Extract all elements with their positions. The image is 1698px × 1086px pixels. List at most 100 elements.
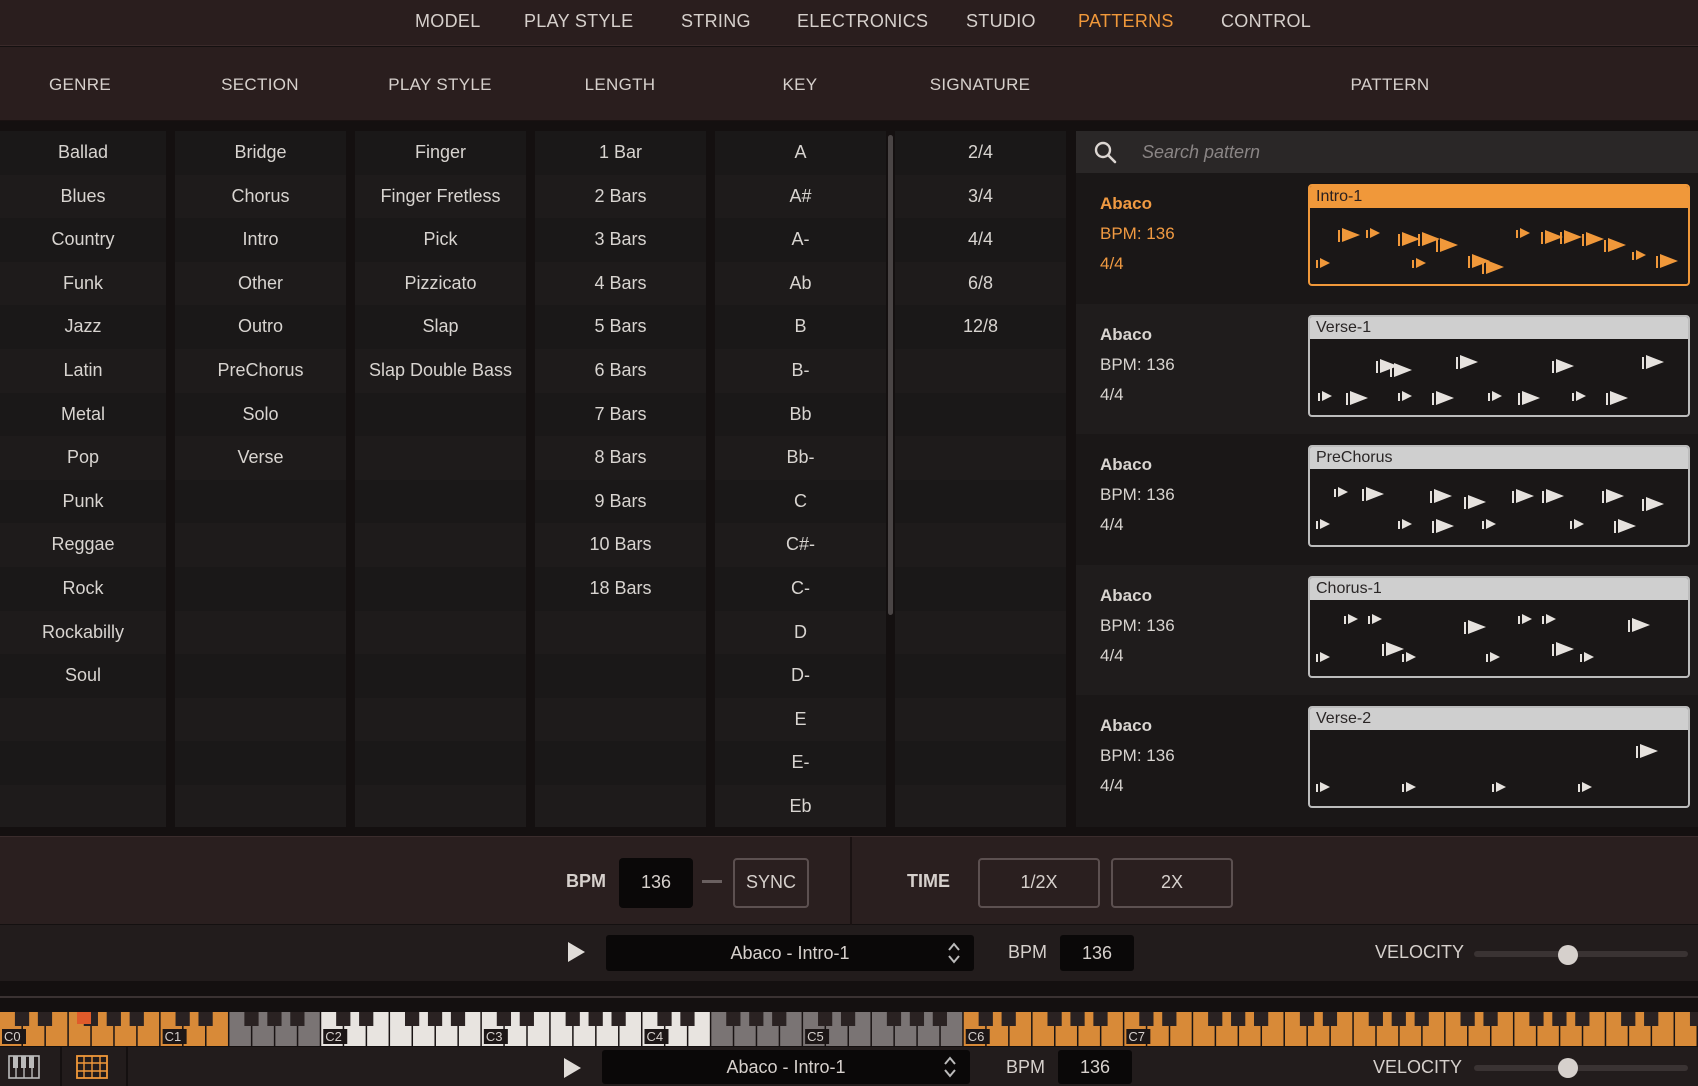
black-key[interactable]: [175, 1012, 190, 1026]
pattern-item[interactable]: Abaco BPM: 136 4/4 Intro-1: [1076, 173, 1698, 303]
black-key[interactable]: [359, 1012, 374, 1026]
list-item[interactable]: Bb: [715, 393, 886, 437]
list-item[interactable]: 6/8: [895, 262, 1066, 306]
list-item[interactable]: Reggae: [0, 523, 166, 567]
black-key[interactable]: [1552, 1012, 1567, 1026]
header-length[interactable]: LENGTH: [535, 75, 705, 95]
play-icon[interactable]: [562, 1057, 582, 1079]
bottom-bpm-value[interactable]: 136: [1058, 1050, 1132, 1084]
list-item[interactable]: Punk: [0, 480, 166, 524]
piano-icon[interactable]: [8, 1055, 40, 1079]
list-item[interactable]: B: [715, 305, 886, 349]
pattern-item[interactable]: Abaco BPM: 136 4/4 Verse-1: [1076, 303, 1698, 434]
tab-studio[interactable]: STUDIO: [966, 11, 1036, 32]
black-key[interactable]: [1139, 1012, 1154, 1026]
black-key[interactable]: [1001, 1012, 1016, 1026]
black-key[interactable]: [1253, 1012, 1269, 1026]
piano-keyboard[interactable]: C0 C1 C2 C3 C4 C5 C6 C7: [0, 1012, 1698, 1046]
black-key[interactable]: [1208, 1012, 1223, 1026]
list-item[interactable]: Intro: [175, 218, 346, 262]
list-item[interactable]: 5 Bars: [535, 305, 706, 349]
black-key[interactable]: [909, 1012, 925, 1026]
black-key[interactable]: [519, 1012, 534, 1026]
black-key[interactable]: [1299, 1012, 1315, 1026]
black-key[interactable]: [680, 1012, 695, 1026]
transport-bpm-value[interactable]: 136: [1060, 935, 1134, 971]
black-key[interactable]: [932, 1012, 947, 1026]
list-item[interactable]: Verse: [175, 436, 346, 480]
piano-keys[interactable]: C0 C1 C2 C3 C4 C5 C6 C7: [0, 1012, 1698, 1046]
black-key[interactable]: [450, 1012, 466, 1026]
list-item[interactable]: C-: [715, 567, 886, 611]
list-item[interactable]: 18 Bars: [535, 567, 706, 611]
black-key[interactable]: [1689, 1012, 1698, 1026]
list-item[interactable]: Chorus: [175, 175, 346, 219]
black-key[interactable]: [244, 1012, 259, 1026]
header-signature[interactable]: SIGNATURE: [895, 75, 1065, 95]
list-item[interactable]: Ab: [715, 262, 886, 306]
list-item[interactable]: 10 Bars: [535, 523, 706, 567]
list-item[interactable]: Bridge: [175, 131, 346, 175]
updown-arrows-icon[interactable]: [946, 940, 962, 966]
black-key[interactable]: [1644, 1012, 1659, 1026]
list-item[interactable]: 2/4: [895, 131, 1066, 175]
black-key[interactable]: [588, 1012, 603, 1026]
black-key[interactable]: [427, 1012, 443, 1026]
list-item[interactable]: Soul: [0, 654, 166, 698]
black-key[interactable]: [496, 1012, 512, 1026]
list-item[interactable]: 3/4: [895, 175, 1066, 219]
black-key[interactable]: [749, 1012, 764, 1026]
black-key[interactable]: [336, 1012, 351, 1026]
list-item[interactable]: Ballad: [0, 131, 166, 175]
black-key[interactable]: [1621, 1012, 1636, 1026]
list-item[interactable]: 6 Bars: [535, 349, 706, 393]
list-item[interactable]: 9 Bars: [535, 480, 706, 524]
black-key[interactable]: [1070, 1012, 1085, 1026]
velocity-knob[interactable]: [1558, 945, 1579, 965]
tab-patterns[interactable]: PATTERNS: [1078, 11, 1174, 32]
key-scrollbar[interactable]: [888, 135, 893, 615]
black-key[interactable]: [818, 1012, 833, 1026]
list-item[interactable]: Other: [175, 262, 346, 306]
black-key[interactable]: [886, 1012, 902, 1026]
black-key[interactable]: [657, 1012, 672, 1026]
black-key[interactable]: [404, 1012, 420, 1026]
black-key[interactable]: [1460, 1012, 1475, 1026]
list-item[interactable]: C#-: [715, 523, 886, 567]
black-key[interactable]: [1483, 1012, 1498, 1026]
black-key[interactable]: [14, 1012, 30, 1026]
pattern-preview-card[interactable]: PreChorus: [1308, 445, 1690, 547]
play-icon[interactable]: [566, 941, 586, 963]
black-key[interactable]: [1529, 1012, 1544, 1026]
header-play-style[interactable]: PLAY STYLE: [355, 75, 525, 95]
sync-button[interactable]: SYNC: [733, 858, 809, 908]
bpm-value-field[interactable]: 136: [619, 858, 693, 908]
search-icon[interactable]: [1093, 140, 1117, 164]
updown-arrows-icon[interactable]: [942, 1054, 958, 1080]
black-key[interactable]: [1322, 1012, 1338, 1026]
black-key[interactable]: [1047, 1012, 1062, 1026]
bottom-velocity-slider[interactable]: [1474, 1058, 1688, 1078]
tab-electronics[interactable]: ELECTRONICS: [797, 11, 928, 32]
black-key[interactable]: [1162, 1012, 1177, 1026]
black-key[interactable]: [37, 1012, 53, 1026]
black-key[interactable]: [1093, 1012, 1108, 1026]
list-item[interactable]: 4 Bars: [535, 262, 706, 306]
list-item[interactable]: Slap Double Bass: [355, 349, 526, 393]
black-key[interactable]: [198, 1012, 213, 1026]
list-item[interactable]: 8 Bars: [535, 436, 706, 480]
list-item[interactable]: E: [715, 698, 886, 742]
tab-string[interactable]: STRING: [681, 11, 751, 32]
list-item[interactable]: Pop: [0, 436, 166, 480]
black-key[interactable]: [129, 1012, 144, 1026]
pattern-preview-card[interactable]: Chorus-1: [1308, 575, 1690, 678]
list-item[interactable]: Bb-: [715, 436, 886, 480]
black-key[interactable]: [1231, 1012, 1246, 1026]
pattern-preview-card[interactable]: Intro-1: [1308, 184, 1690, 286]
black-key[interactable]: [1391, 1012, 1406, 1026]
list-item[interactable]: 7 Bars: [535, 393, 706, 437]
search-input[interactable]: [1142, 137, 1662, 167]
black-key[interactable]: [978, 1012, 993, 1026]
double-time-button[interactable]: 2X: [1111, 858, 1233, 908]
pattern-selector-2[interactable]: Abaco - Intro-1: [602, 1050, 970, 1084]
